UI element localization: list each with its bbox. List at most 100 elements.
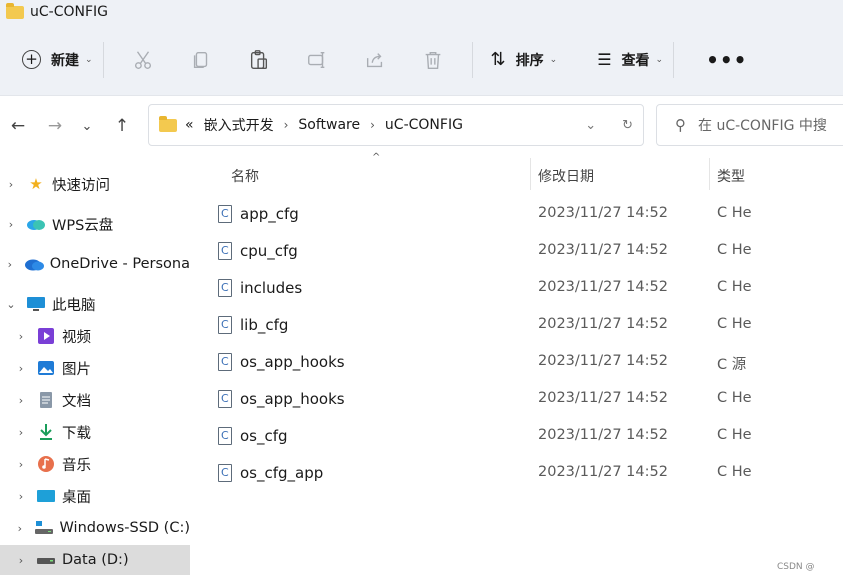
refresh-icon[interactable]: ↻	[622, 118, 633, 133]
paste-button[interactable]	[230, 40, 288, 80]
chevron-right-icon[interactable]: ›	[6, 178, 16, 191]
sidebar-item-label: Windows-SSD (C:)	[59, 520, 190, 536]
sidebar-item-label: 视频	[62, 329, 91, 346]
sidebar-item-wps-cloud[interactable]: › WPS云盘	[0, 209, 190, 239]
sidebar-item-quick-access[interactable]: › ★ 快速访问	[0, 169, 190, 199]
sort-label: 排序	[515, 52, 544, 69]
file-row[interactable]: lib_cfg 2023/11/27 14:52 C He	[196, 307, 756, 344]
chevron-down-icon: ⌄	[655, 54, 664, 65]
search-icon: ⚲	[675, 116, 686, 134]
chevron-down-icon[interactable]: ⌄	[6, 298, 16, 311]
sidebar-item-music[interactable]: › 音乐	[0, 449, 190, 479]
c-file-icon	[218, 242, 232, 260]
sidebar-item-label: 桌面	[62, 489, 91, 506]
copy-icon	[193, 51, 207, 68]
title-bar: uC-CONFIG	[0, 0, 843, 24]
chevron-right-icon[interactable]: ›	[16, 330, 26, 343]
view-label: 查看	[621, 52, 650, 69]
view-list-icon: ☰	[597, 50, 612, 69]
delete-button[interactable]	[404, 40, 462, 80]
address-history-dropdown[interactable]: ⌄	[585, 118, 596, 133]
file-name: os_cfg	[240, 427, 288, 445]
new-button[interactable]: + 新建 ⌄	[22, 40, 93, 80]
file-row[interactable]: includes 2023/11/27 14:52 C He	[196, 270, 756, 307]
c-file-icon	[218, 316, 232, 334]
file-row[interactable]: os_cfg 2023/11/27 14:52 C He	[196, 418, 756, 455]
sidebar-item-downloads[interactable]: › 下载	[0, 417, 190, 447]
sidebar-item-label: 文档	[62, 393, 91, 410]
desktop-icon	[36, 487, 56, 505]
sidebar-item-onedrive[interactable]: › OneDrive - Persona	[0, 249, 190, 279]
file-row[interactable]: os_app_hooks 2023/11/27 14:52 C 源	[196, 344, 756, 381]
chevron-right-icon[interactable]: ›	[16, 554, 26, 567]
file-name: cpu_cfg	[240, 242, 298, 260]
file-name: includes	[240, 279, 303, 297]
more-options-button[interactable]: •••	[706, 48, 747, 72]
chevron-down-icon: ⌄	[549, 54, 558, 65]
chevron-right-icon[interactable]: ›	[6, 218, 16, 231]
file-type: C 源	[717, 357, 747, 373]
chevron-right-icon[interactable]: ›	[16, 458, 26, 471]
chevron-right-icon[interactable]: ›	[16, 522, 24, 535]
sidebar-item-documents[interactable]: › 文档	[0, 385, 190, 415]
rename-icon	[307, 51, 324, 68]
recent-locations-button[interactable]: ⌄	[75, 112, 99, 140]
cut-button[interactable]	[114, 40, 172, 80]
forward-button[interactable]: →	[43, 112, 67, 140]
sidebar-item-this-pc[interactable]: ⌄ 此电脑	[0, 289, 190, 319]
share-button[interactable]	[346, 40, 404, 80]
column-header-type[interactable]: 类型	[717, 166, 745, 186]
file-row[interactable]: cpu_cfg 2023/11/27 14:52 C He	[196, 233, 756, 270]
navigation-pane: › ★ 快速访问 › WPS云盘 › OneDrive - Persona ⌄ …	[0, 160, 190, 582]
column-header-date-modified[interactable]: 修改日期	[538, 166, 594, 186]
drive-icon	[36, 551, 56, 569]
command-bar: + 新建 ⌄ ⇅ 排序 ⌄ ☰ 查看 ⌄ •••	[0, 24, 843, 96]
chevron-right-icon[interactable]: ›	[370, 118, 375, 132]
breadcrumb-item[interactable]: uC-CONFIG	[385, 117, 463, 133]
chevron-right-icon[interactable]: ›	[16, 490, 26, 503]
cloud-icon	[26, 215, 46, 233]
search-box[interactable]: ⚲ 在 uC-CONFIG 中搜	[656, 104, 843, 146]
address-bar[interactable]: « 嵌入式开发 › Software › uC-CONFIG ⌄ ↻	[148, 104, 644, 146]
file-type: C He	[717, 464, 751, 480]
sidebar-item-pictures[interactable]: › 图片	[0, 353, 190, 383]
file-row[interactable]: os_cfg_app 2023/11/27 14:52 C He	[196, 455, 756, 492]
chevron-right-icon[interactable]: ›	[6, 258, 14, 271]
chevron-right-icon[interactable]: ›	[16, 394, 26, 407]
column-header-name[interactable]: 名称	[231, 166, 259, 186]
back-button[interactable]: ←	[6, 112, 30, 140]
sidebar-item-label: 图片	[62, 361, 91, 378]
folder-icon	[159, 115, 177, 132]
toolbar-divider	[471, 41, 473, 78]
file-type: C He	[717, 390, 751, 406]
chevron-right-icon[interactable]: ›	[16, 362, 26, 375]
file-row[interactable]: app_cfg 2023/11/27 14:52 C He	[196, 196, 756, 233]
onedrive-icon	[24, 255, 44, 273]
new-label: 新建	[51, 52, 79, 69]
chevron-right-icon[interactable]: ›	[284, 118, 289, 132]
sort-button[interactable]: ⇅ 排序 ⌄	[491, 49, 558, 70]
column-divider[interactable]	[709, 158, 710, 190]
sidebar-item-desktop[interactable]: › 桌面	[0, 481, 190, 511]
file-name: app_cfg	[240, 205, 299, 223]
file-row[interactable]: os_app_hooks 2023/11/27 14:52 C He	[196, 381, 756, 418]
sort-ascending-indicator: ^	[372, 152, 381, 163]
sidebar-item-data-drive[interactable]: › Data (D:)	[0, 545, 190, 575]
sidebar-item-windows-ssd[interactable]: › Windows-SSD (C:)	[0, 513, 190, 543]
breadcrumb-item[interactable]: 嵌入式开发	[204, 115, 274, 135]
file-date: 2023/11/27 14:52	[538, 427, 668, 443]
view-button[interactable]: ☰ 查看 ⌄	[597, 50, 663, 70]
chevron-right-icon[interactable]: ›	[16, 426, 26, 439]
copy-button[interactable]	[172, 40, 230, 80]
rename-button[interactable]	[288, 40, 346, 80]
sidebar-item-videos[interactable]: › 视频	[0, 321, 190, 351]
breadcrumb-item[interactable]: Software	[298, 117, 360, 133]
address-actions: ⌄ ↻	[559, 105, 633, 145]
sidebar-item-label: 此电脑	[52, 297, 96, 314]
file-name: os_app_hooks	[240, 353, 345, 371]
up-button[interactable]: ↑	[110, 112, 134, 140]
sort-icon: ⇅	[490, 49, 506, 70]
c-file-icon	[218, 427, 232, 445]
breadcrumb-overflow[interactable]: «	[185, 117, 194, 133]
column-divider[interactable]	[530, 158, 531, 190]
